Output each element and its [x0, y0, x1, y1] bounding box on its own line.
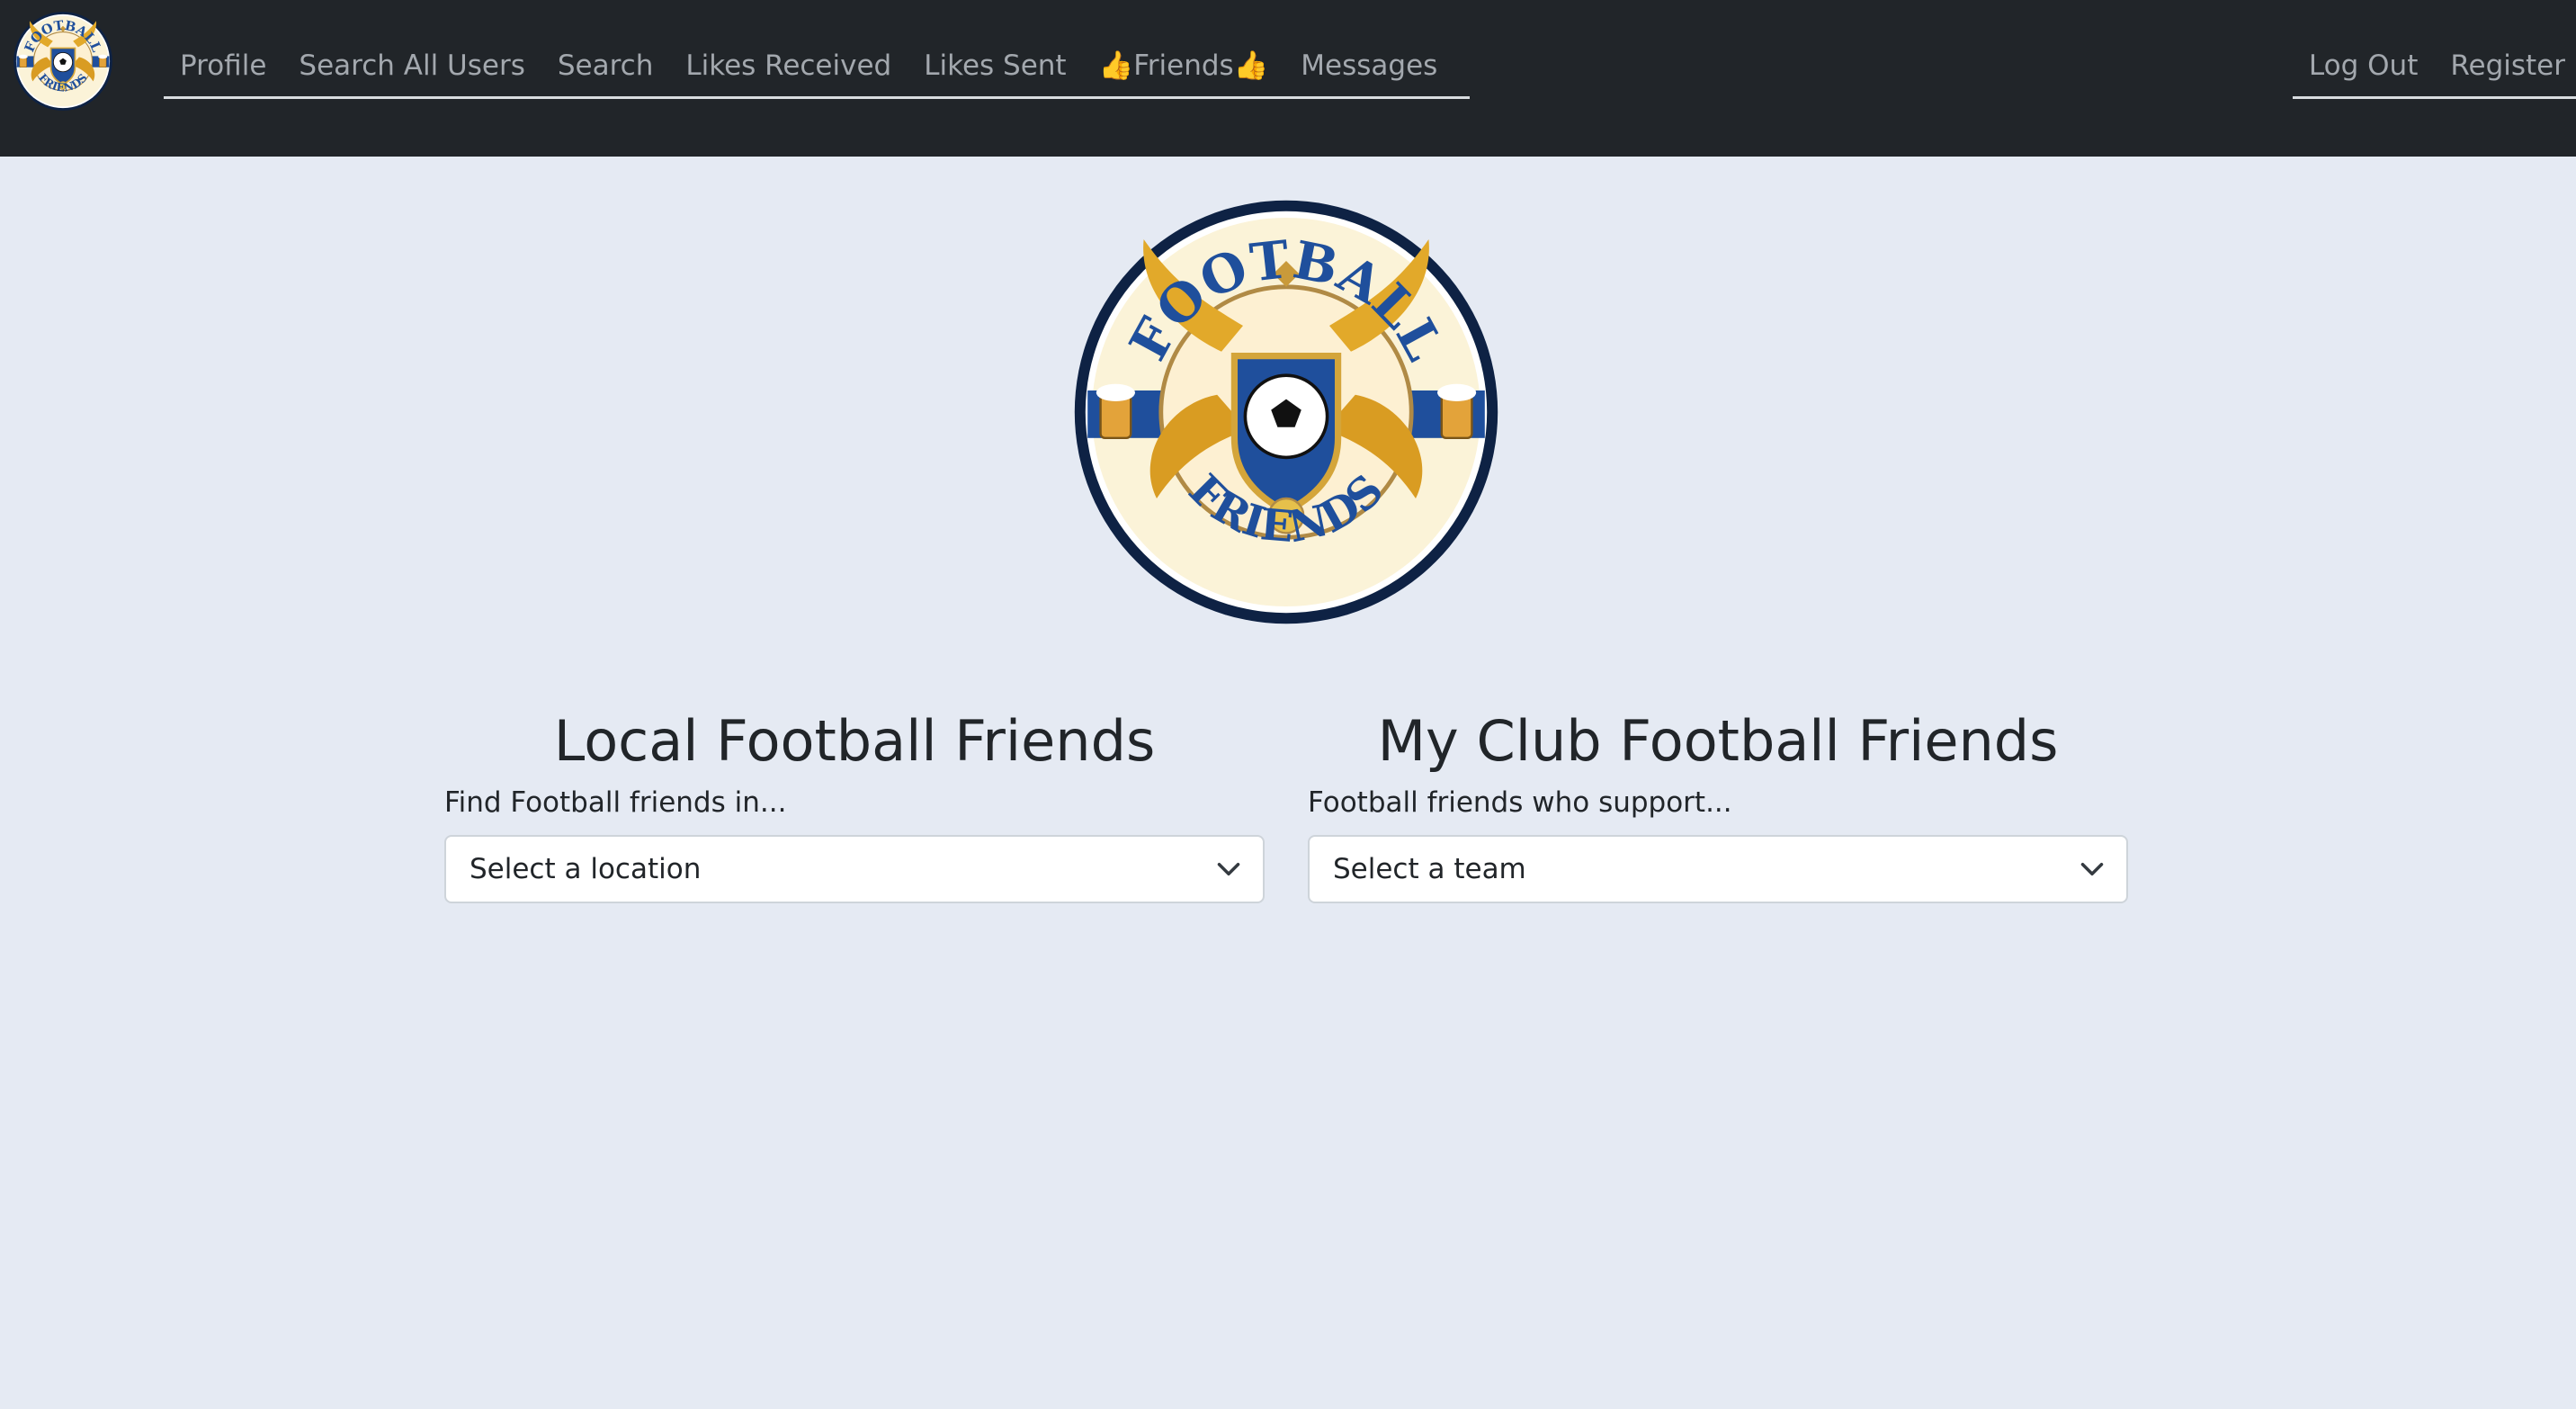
nav-link-friends[interactable]: 👍Friends👍 — [1083, 52, 1285, 80]
nav-link-messages[interactable]: Messages — [1284, 52, 1453, 80]
nav-link-search[interactable]: Search — [541, 52, 670, 80]
local-friends-title: Local Football Friends — [553, 708, 1156, 774]
main-nav: Profile Search All Users Search Likes Re… — [164, 36, 1471, 99]
hero-logo: FOOTBALL FRIENDS — [1070, 196, 1502, 628]
team-label: Football friends who support... — [1308, 786, 1732, 819]
chevron-down-icon — [1217, 863, 1240, 875]
navbar: FOOTBALL FRIENDS Profile Search All User… — [0, 0, 2576, 157]
location-select[interactable]: Select a location — [444, 835, 1265, 903]
club-friends-section: My Club Football Friends Football friend… — [1308, 702, 2128, 903]
nav-link-log-out[interactable]: Log Out — [2309, 52, 2434, 80]
team-select-value: Select a team — [1333, 853, 1526, 885]
nav-link-register[interactable]: Register — [2434, 52, 2576, 80]
auth-nav: Log Out Register — [2292, 36, 2576, 99]
football-friends-logo[interactable]: FOOTBALL FRIENDS — [13, 11, 113, 112]
local-friends-section: Local Football Friends Find Football fri… — [444, 702, 1265, 903]
team-select[interactable]: Select a team — [1308, 835, 2128, 903]
nav-link-likes-received[interactable]: Likes Received — [669, 52, 908, 80]
location-label: Find Football friends in... — [444, 786, 787, 819]
nav-link-search-all-users[interactable]: Search All Users — [282, 52, 541, 80]
nav-link-likes-sent[interactable]: Likes Sent — [908, 52, 1082, 80]
location-select-value: Select a location — [470, 853, 702, 885]
nav-link-profile[interactable]: Profile — [180, 52, 282, 80]
chevron-down-icon — [2080, 863, 2104, 875]
club-friends-title: My Club Football Friends — [1377, 708, 2059, 774]
